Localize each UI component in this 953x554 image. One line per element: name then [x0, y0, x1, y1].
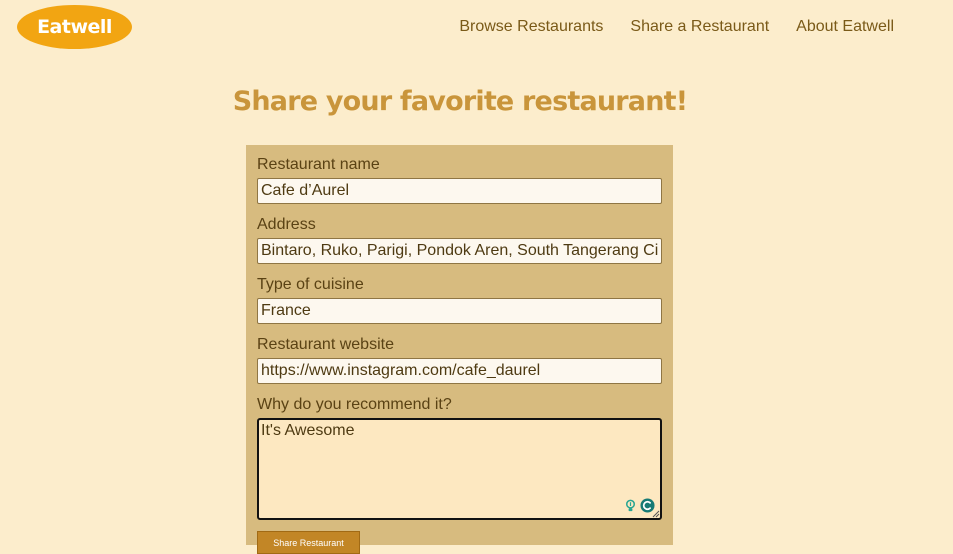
share-restaurant-form: Restaurant name Address Type of cuisine … — [246, 145, 673, 554]
recommendation-textarea[interactable]: It's Awesome — [257, 418, 662, 520]
restaurant-name-label: Restaurant name — [257, 156, 380, 173]
recommendation-label: Why do you recommend it? — [257, 396, 452, 413]
website-label: Restaurant website — [257, 336, 394, 353]
cuisine-label: Type of cuisine — [257, 276, 364, 293]
nav-share-restaurant[interactable]: Share a Restaurant — [630, 18, 769, 36]
address-label: Address — [257, 216, 316, 233]
bulb-icon[interactable] — [623, 498, 638, 513]
nav-browse-restaurants[interactable]: Browse Restaurants — [459, 18, 603, 36]
eatwell-logo[interactable]: Eatwell — [17, 5, 132, 49]
share-restaurant-button[interactable]: Share Restaurant — [257, 531, 360, 554]
restaurant-name-input[interactable] — [257, 178, 662, 204]
main-nav: Browse Restaurants Share a Restaurant Ab… — [459, 18, 894, 36]
nav-about-eatwell[interactable]: About Eatwell — [796, 18, 894, 36]
page-title: Share your favorite restaurant! — [232, 86, 688, 117]
cuisine-input[interactable] — [257, 298, 662, 324]
website-input[interactable] — [257, 358, 662, 384]
site-header: Eatwell Browse Restaurants Share a Resta… — [0, 0, 953, 60]
recommendation-field: It's Awesome — [257, 418, 662, 520]
writing-assistant-icons — [623, 498, 655, 513]
resize-handle-icon[interactable] — [652, 510, 660, 518]
address-input[interactable] — [257, 238, 662, 264]
